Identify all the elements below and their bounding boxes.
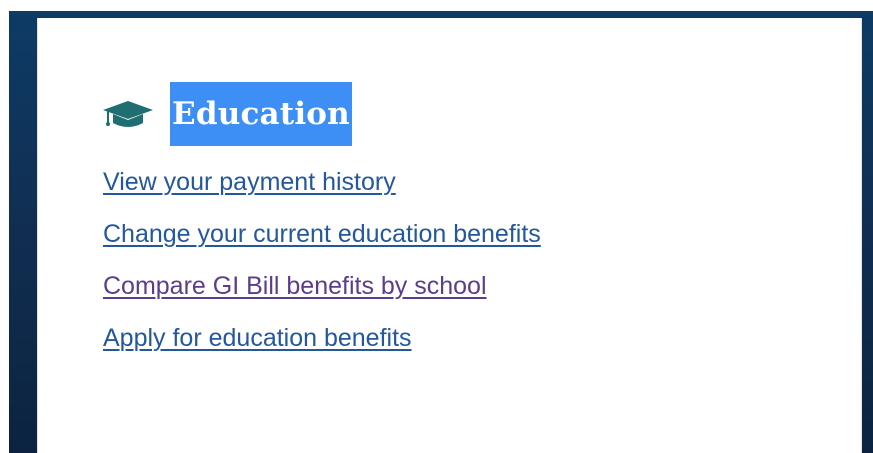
list-item: Change your current education benefits	[103, 208, 541, 260]
list-item: Apply for education benefits	[103, 312, 541, 364]
page-frame: Education View your payment history Chan…	[9, 11, 873, 453]
graduation-cap-icon	[102, 94, 154, 134]
section-title: Education	[170, 81, 352, 146]
list-item: View your payment history	[103, 156, 541, 208]
list-item: Compare GI Bill benefits by school	[103, 260, 541, 312]
education-card: Education View your payment history Chan…	[37, 18, 862, 453]
change-education-benefits-link[interactable]: Change your current education benefits	[103, 220, 541, 248]
apply-education-benefits-link[interactable]: Apply for education benefits	[103, 324, 412, 352]
section-heading: Education	[102, 56, 352, 171]
view-payment-history-link[interactable]: View your payment history	[103, 168, 396, 196]
education-links-list: View your payment history Change your cu…	[103, 156, 541, 364]
graduation-cap-icon-svg	[103, 100, 153, 127]
compare-gi-bill-benefits-link[interactable]: Compare GI Bill benefits by school	[103, 272, 487, 300]
